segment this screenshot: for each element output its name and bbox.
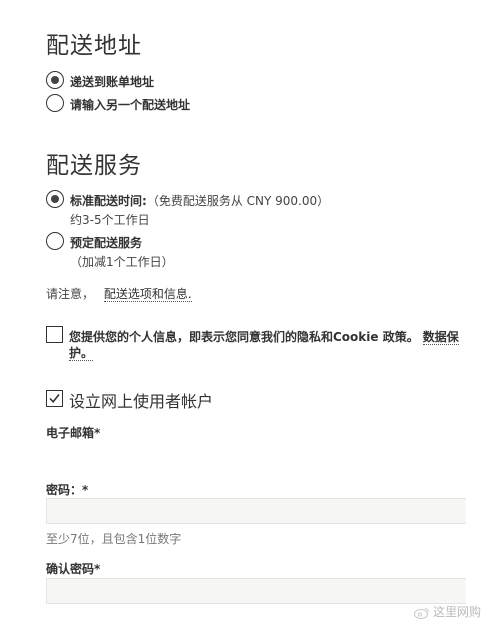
privacy-text-line2: 护。 — [69, 344, 94, 361]
radio-standard-shipping[interactable] — [46, 190, 64, 208]
standard-shipping-label: 标准配送时间:（免费配送服务从 CNY 900.00） — [70, 192, 329, 209]
radio-bill-address-label: 递送到账单地址 — [70, 75, 155, 89]
shipping-address-heading: 配送地址 — [46, 33, 142, 59]
data-protection-link-part2[interactable]: 护。 — [69, 346, 94, 361]
create-account-checkbox[interactable] — [46, 390, 63, 407]
email-label: 电子邮箱* — [46, 426, 101, 440]
create-account-label: 设立网上使用者帐户 — [69, 392, 214, 411]
standard-shipping-title: 标准配送时间: — [70, 194, 147, 208]
privacy-checkbox[interactable] — [46, 326, 63, 343]
scheduled-shipping-label: 预定配送服务 — [70, 236, 143, 250]
password-label: 密码：* — [46, 483, 89, 497]
radio-scheduled-shipping[interactable] — [46, 232, 64, 250]
privacy-text-line1: 您提供您的个人信息，即表示您同意我们的隐私和Cookie 政策。 数据保 — [69, 328, 459, 345]
password-field[interactable] — [46, 498, 466, 524]
confirm-password-label: 确认密码* — [46, 562, 101, 576]
standard-shipping-note: （免费配送服务从 CNY 900.00） — [146, 194, 330, 208]
shipping-service-heading: 配送服务 — [46, 153, 142, 179]
radio-other-address-label: 请输入另一个配送地址 — [70, 98, 191, 112]
data-protection-link-part1[interactable]: 数据保 — [422, 330, 459, 345]
confirm-password-field[interactable] — [46, 578, 466, 604]
password-hint: 至少7位，且包含1位数字 — [46, 532, 182, 546]
scheduled-shipping-note: （加减1个工作日） — [70, 255, 174, 269]
watermark-text: 这里网购 — [433, 605, 482, 619]
privacy-text: 您提供您的个人信息，即表示您同意我们的隐私和Cookie 政策。 — [69, 330, 419, 344]
radio-other-address[interactable] — [46, 94, 64, 112]
shipping-notice: 请注意， 配送选项和信息. — [46, 285, 192, 302]
checkmark-icon — [49, 394, 60, 404]
standard-shipping-days: 约3-5个工作日 — [70, 213, 150, 227]
shipping-notice-prefix: 请注意， — [46, 287, 95, 301]
shipping-options-link[interactable]: 配送选项和信息. — [103, 287, 192, 302]
weibo-icon — [414, 604, 430, 619]
radio-bill-address[interactable] — [46, 71, 64, 89]
